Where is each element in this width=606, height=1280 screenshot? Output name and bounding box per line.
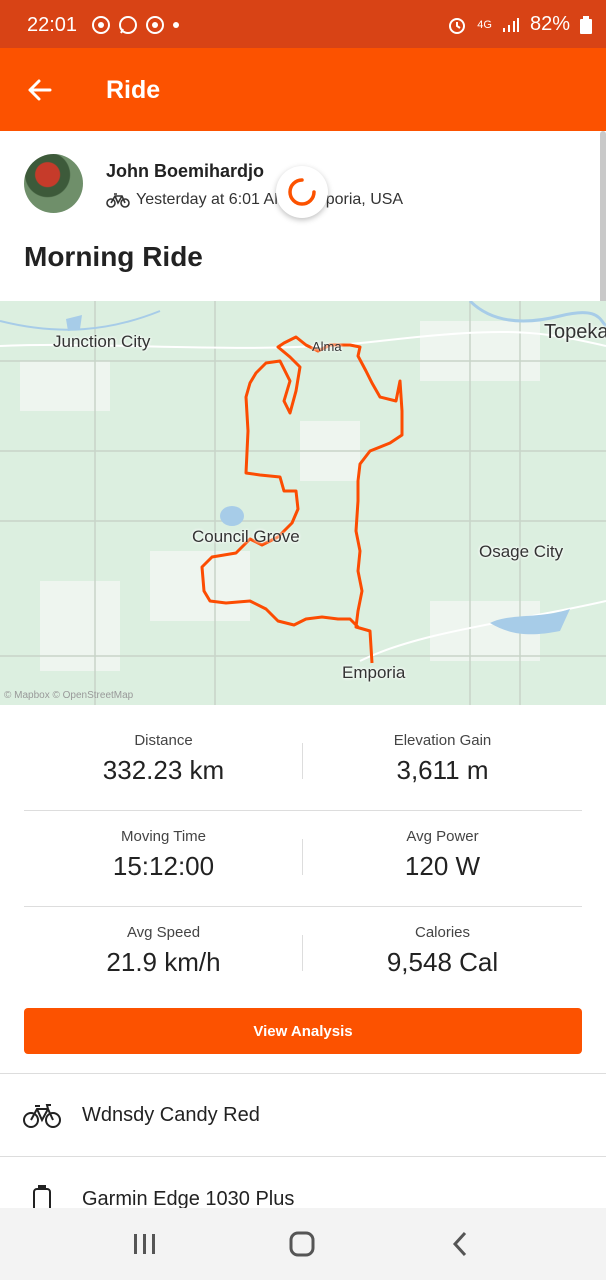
stat-distance: Distance 332.23 km — [24, 715, 303, 786]
stat-value: 120 W — [404, 851, 481, 881]
system-icons: 4G 82% — [447, 13, 592, 36]
alarm-icon — [449, 17, 466, 34]
app-bar: Ride — [0, 48, 606, 131]
stat-label: Elevation Gain — [393, 732, 492, 749]
bike-icon — [106, 193, 130, 208]
stats-grid: Distance 332.23 km Elevation Gain 3,611 … — [24, 715, 582, 1002]
route-map[interactable]: Junction City Topeka Alma Council Grove … — [0, 301, 606, 705]
stat-avg-power: Avg Power 120 W — [303, 811, 582, 882]
map-label-alma: Alma — [312, 339, 342, 354]
activity-meta: Yesterday at 6:01 AM · Emporia, USA — [106, 191, 403, 209]
recent-apps-icon[interactable] — [130, 1229, 160, 1259]
stats-row: Moving Time 15:12:00 Avg Power 120 W — [24, 811, 582, 907]
stat-value: 21.9 km/h — [106, 947, 221, 977]
stat-value: 15:12:00 — [112, 851, 215, 881]
notification-icons — [92, 15, 180, 35]
map-label-osage-city: Osage City — [479, 542, 564, 561]
spinner-icon — [288, 178, 316, 206]
map-attribution[interactable]: © Mapbox © OpenStreetMap — [4, 690, 133, 701]
back-arrow-icon[interactable] — [26, 76, 54, 104]
stat-label: Avg Power — [406, 828, 479, 845]
chrome-icon — [146, 16, 164, 34]
stats-row: Avg Speed 21.9 km/h Calories 9,548 Cal — [24, 907, 582, 1002]
stat-value: 9,548 Cal — [386, 947, 499, 977]
status-time: 22:01 — [27, 14, 78, 36]
activity-date-location: Yesterday at 6:01 AM · Emporia, USA — [136, 191, 404, 208]
athlete-name[interactable]: John Boemihardjo — [106, 161, 264, 182]
bike-icon — [23, 1104, 61, 1128]
stat-avg-speed: Avg Speed 21.9 km/h — [24, 907, 303, 978]
stat-label: Avg Speed — [126, 924, 201, 941]
battery-level: 82% — [529, 13, 570, 35]
chrome-icon — [92, 16, 110, 34]
bike-name: Wdnsdy Candy Red — [82, 1104, 260, 1126]
stat-value: 3,611 m — [396, 755, 489, 785]
map-label-emporia: Emporia — [342, 663, 406, 682]
page-title: Ride — [106, 76, 161, 104]
stats-row: Distance 332.23 km Elevation Gain 3,611 … — [24, 715, 582, 811]
view-analysis-button[interactable]: View Analysis — [24, 1008, 582, 1054]
signal-icon — [502, 17, 519, 32]
map-label-topeka: Topeka — [544, 321, 606, 343]
battery-icon — [580, 15, 592, 34]
loading-spinner — [276, 166, 328, 218]
avatar[interactable] — [24, 154, 83, 213]
stat-calories: Calories 9,548 Cal — [303, 907, 582, 978]
stat-elevation-gain: Elevation Gain 3,611 m — [303, 715, 582, 786]
stat-value: 332.23 km — [102, 755, 225, 785]
map-label-junction-city: Junction City — [53, 332, 151, 351]
map-label-council-grove: Council Grove — [192, 527, 300, 546]
network-type: 4G — [477, 18, 492, 31]
back-icon[interactable] — [446, 1229, 476, 1259]
dot-icon — [173, 22, 179, 28]
stat-label: Calories — [414, 924, 471, 941]
stat-moving-time: Moving Time 15:12:00 — [24, 811, 303, 882]
gear-bike-row[interactable]: Wdnsdy Candy Red — [0, 1073, 606, 1156]
home-icon[interactable] — [287, 1229, 317, 1259]
system-nav-bar — [0, 1208, 606, 1280]
stat-label: Distance — [134, 732, 193, 749]
activity-title: Morning Ride — [24, 241, 203, 272]
status-bar: 22:01 4G 82% — [0, 0, 606, 48]
map-background — [0, 301, 606, 705]
stat-label: Moving Time — [120, 828, 207, 845]
whatsapp-icon — [119, 16, 137, 34]
